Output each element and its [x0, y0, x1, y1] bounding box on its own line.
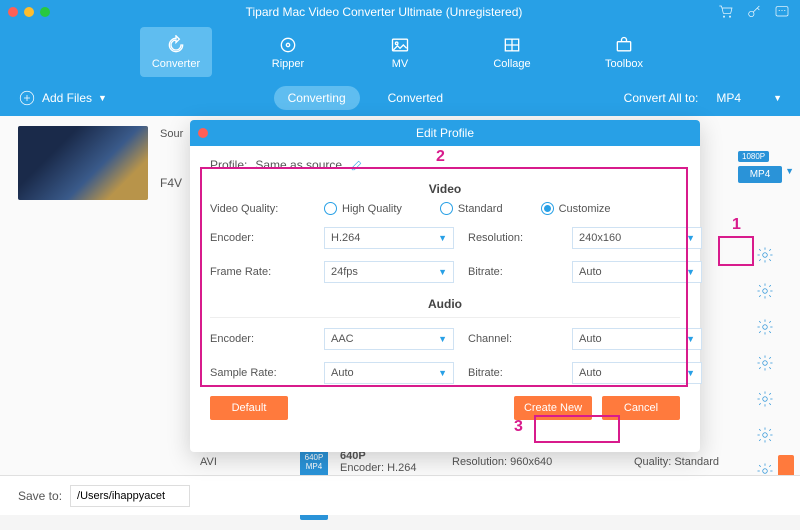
audio-bitrate-select[interactable]: Auto▼ [572, 362, 702, 384]
video-bitrate-select[interactable]: Auto▼ [572, 261, 702, 283]
video-encoder-select[interactable]: H.264▼ [324, 227, 454, 249]
modal-footer: Default Create New Cancel [190, 396, 700, 434]
gear-icon[interactable] [756, 282, 774, 300]
save-bar: Save to: [0, 475, 800, 515]
edit-icon[interactable] [350, 159, 363, 172]
samplerate-select[interactable]: Auto▼ [324, 362, 454, 384]
gear-icon[interactable] [756, 246, 774, 264]
chevron-down-icon[interactable]: ▼ [98, 93, 107, 103]
video-encoder-label: Encoder: [210, 232, 310, 244]
tab-label: Collage [493, 58, 530, 70]
tab-label: Toolbox [605, 58, 643, 70]
divider [210, 317, 680, 318]
key-icon[interactable] [746, 4, 762, 20]
tab-label: Converter [152, 58, 200, 70]
save-to-label: Save to: [18, 489, 62, 503]
radio-standard[interactable]: Standard [440, 202, 503, 215]
convert-all-label: Convert All to: [624, 91, 699, 105]
samplerate-label: Sample Rate: [210, 367, 310, 379]
tab-label: Ripper [272, 58, 304, 70]
cart-icon[interactable] [718, 4, 734, 20]
tab-converter[interactable]: Converter [140, 27, 212, 77]
modal-header: Edit Profile [190, 120, 700, 146]
preset-resolution: Resolution: 960x640 [452, 456, 622, 468]
audio-bitrate-label: Bitrate: [468, 367, 558, 379]
titlebar: Tipard Mac Video Converter Ultimate (Unr… [0, 0, 800, 24]
gear-icon[interactable] [756, 390, 774, 408]
modal-title: Edit Profile [416, 126, 474, 140]
gear-icon[interactable] [756, 354, 774, 372]
channel-select[interactable]: Auto▼ [572, 328, 702, 350]
video-bitrate-label: Bitrate: [468, 266, 558, 278]
preset-quality: Quality: Standard [634, 456, 744, 468]
tab-collage[interactable]: Collage [476, 27, 548, 77]
zoom-icon[interactable] [40, 7, 50, 17]
preset-encoder: Encoder: H.264 [340, 462, 440, 474]
traffic-lights [8, 7, 50, 17]
profile-row: Profile: Same as source [210, 158, 680, 172]
gear-icon[interactable] [756, 318, 774, 336]
add-files-button[interactable]: Add Files ▼ [18, 89, 107, 107]
source-label: Sour [160, 128, 183, 140]
chevron-down-icon: ▼ [785, 166, 794, 176]
convert-all-select[interactable]: Convert All to: MP4 ▼ [624, 91, 782, 105]
profile-value: Same as source [255, 158, 342, 172]
radio-customize[interactable]: Customize [541, 202, 611, 215]
resolution-badge: 1080P [738, 151, 769, 162]
tab-converting[interactable]: Converting [274, 86, 360, 110]
audio-section-title: Audio [210, 297, 680, 311]
resolution-label: Resolution: [468, 232, 558, 244]
video-quality-label: Video Quality: [210, 203, 310, 215]
tab-toolbox[interactable]: Toolbox [588, 27, 660, 77]
app-title: Tipard Mac Video Converter Ultimate (Unr… [246, 5, 523, 19]
format-label: F4V [160, 176, 182, 190]
audio-encoder-label: Encoder: [210, 333, 310, 345]
gear-icon[interactable] [756, 426, 774, 444]
save-path-input[interactable] [70, 485, 190, 507]
add-files-label: Add Files [42, 91, 92, 105]
annotation-2: 2 [436, 148, 445, 166]
annotation-3: 3 [514, 418, 523, 436]
video-section-title: Video [210, 182, 680, 196]
toolbar: Add Files ▼ Converting Converted Convert… [0, 80, 800, 116]
tab-mv[interactable]: MV [364, 27, 436, 77]
video-thumbnail[interactable] [18, 126, 148, 200]
settings-column [756, 246, 774, 480]
tab-ripper[interactable]: Ripper [252, 27, 324, 77]
format-box: MP4 [738, 166, 782, 183]
framerate-label: Frame Rate: [210, 266, 310, 278]
tab-converted[interactable]: Converted [374, 86, 457, 110]
default-button[interactable]: Default [210, 396, 288, 420]
annotation-1: 1 [732, 216, 741, 234]
tab-label: MV [392, 58, 409, 70]
main-tabs: Converter Ripper MV Collage Toolbox [0, 24, 800, 80]
state-tabs: Converting Converted [274, 86, 457, 110]
chevron-down-icon: ▼ [773, 93, 782, 103]
close-icon[interactable] [8, 7, 18, 17]
video-quality-radios: High Quality Standard Customize [324, 202, 702, 215]
framerate-select[interactable]: 24fps▼ [324, 261, 454, 283]
feedback-icon[interactable] [774, 4, 790, 20]
audio-encoder-select[interactable]: AAC▼ [324, 328, 454, 350]
create-new-button[interactable]: Create New [514, 396, 592, 420]
cancel-button[interactable]: Cancel [602, 396, 680, 420]
radio-high-quality[interactable]: High Quality [324, 202, 402, 215]
category-avi[interactable]: AVI [200, 456, 217, 468]
output-format-button[interactable]: 1080P MP4 ▼ [738, 146, 782, 180]
channel-label: Channel: [468, 333, 558, 345]
resolution-select[interactable]: 240x160▼ [572, 227, 702, 249]
minimize-icon[interactable] [24, 7, 34, 17]
close-icon[interactable] [198, 128, 208, 138]
edit-profile-modal: Edit Profile Profile: Same as source Vid… [190, 120, 700, 452]
convert-all-value: MP4 [716, 91, 741, 105]
profile-label: Profile: [210, 158, 247, 172]
